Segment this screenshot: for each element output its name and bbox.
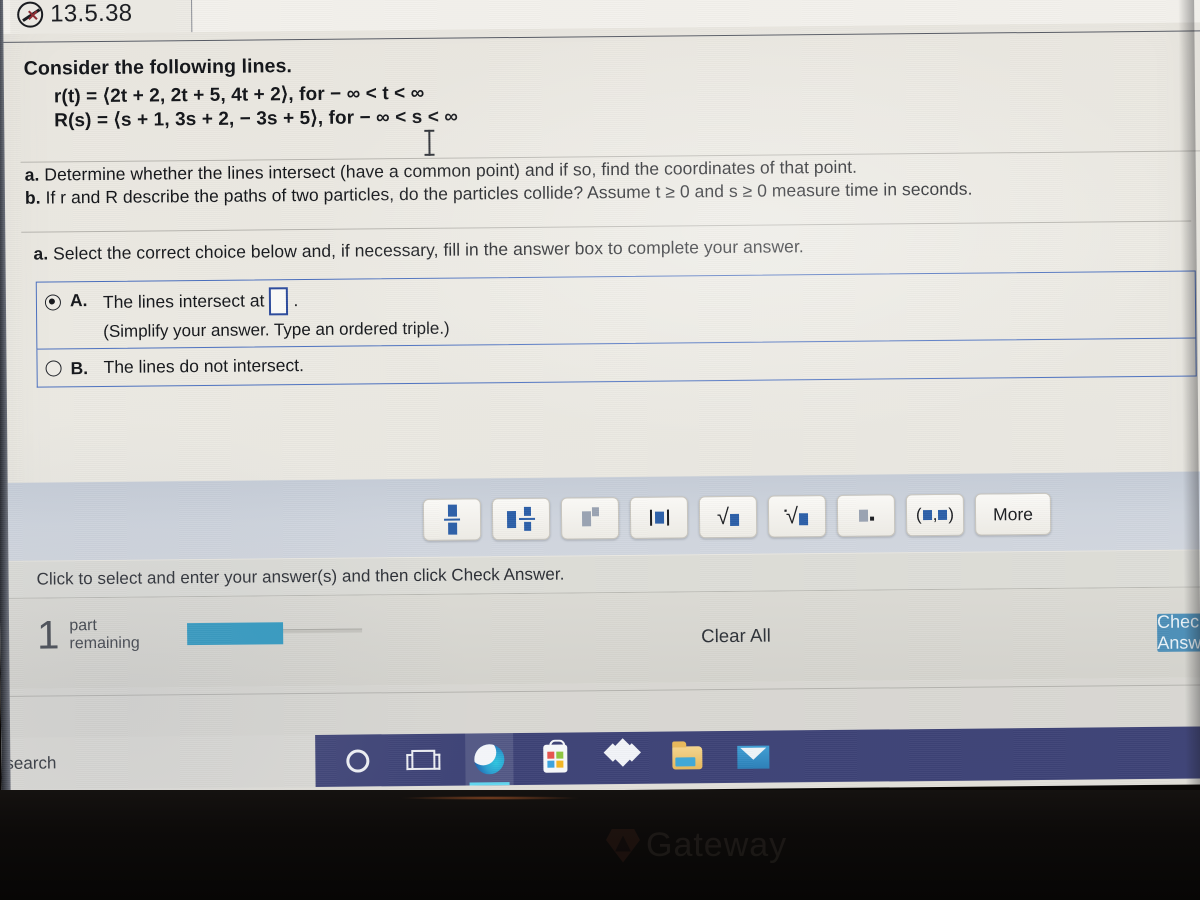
exercise-header-tab: ✕ 13.5.38 [9,0,193,34]
task-view-icon [411,749,436,771]
edge-browser-icon [474,744,505,775]
parts-remaining-count: 1 [36,613,60,658]
ordered-pair-button[interactable]: (,) [905,493,965,537]
question-content: Consider the following lines. r(t) = ⟨2t… [3,34,1200,486]
parts-remaining: 1 part remaining [36,613,140,658]
choice-b-letter: B. [70,357,89,378]
radio-choice-a[interactable] [44,294,62,311]
question-parts: a. Determine whether the lines intersect… [25,155,973,211]
select-prompt-label: a. [33,243,49,264]
mixed-number-button[interactable] [491,497,551,541]
gateway-logo-icon [606,828,640,863]
square-root-icon: √ [717,504,740,529]
taskbar-item-mail[interactable] [729,731,777,783]
choice-a-text: The lines intersect at [102,290,265,313]
fraction-icon [444,504,461,535]
laptop-photo: ✕ 13.5.38 Consider the following lines. … [0,0,1200,900]
nth-root-button[interactable]: ▪ √ [767,495,827,538]
equation-R: R(s) = ⟨s + 1, 3s + 2, − 3s + 5⟩, for − … [54,106,459,132]
content-divider-2 [21,220,1192,233]
math-palette: √ ▪ √ (,) More [422,492,1052,541]
clear-all-button[interactable]: Clear All [701,625,771,648]
parts-remaining-label: part remaining [69,617,140,653]
nth-root-icon: ▪ √ [784,504,809,529]
mixed-number-icon [506,506,536,531]
file-explorer-icon [672,745,703,770]
radio-choice-b[interactable] [45,359,62,377]
math-palette-band: √ ▪ √ (,) More [7,471,1200,561]
text-cursor-icon [428,129,431,156]
choice-b-text: The lines do not intersect. [103,354,305,377]
choice-a-hint: (Simplify your answer. Type an ordered t… [103,318,450,341]
device-brand-text: Gateway [646,826,788,864]
taskbar-item-cortana[interactable] [333,734,381,786]
fraction-button[interactable] [422,498,482,541]
bezel-reflection [400,796,580,800]
exponent-button[interactable] [560,497,620,540]
select-choice-prompt: a. Select the correct choice below and, … [33,236,803,264]
question-lead: Consider the following lines. [23,55,293,80]
exercise-header-bar: ✕ 13.5.38 [1,0,1200,34]
parts-label-line2: remaining [69,634,140,653]
cortana-icon [345,748,369,773]
progress-fill [187,622,284,646]
taskbar-item-file-explorer[interactable] [663,731,711,783]
parts-label-line1: part [69,617,97,635]
hide-pen-icon[interactable]: ✕ [17,1,44,28]
taskbar-search-box[interactable]: search [1,734,316,790]
answer-choice-group: A. The lines intersect at . (Simplify yo… [35,270,1197,388]
device-brand: Gateway [606,826,787,865]
part-a-label: a. [24,164,40,185]
ordered-pair-icon: (,) [915,504,955,525]
taskbar-item-task-view[interactable] [399,734,447,786]
microsoft-store-icon [543,744,568,773]
laptop-screen: ✕ 13.5.38 Consider the following lines. … [0,0,1200,796]
taskbar-item-edge[interactable] [465,733,514,786]
equation-block: r(t) = ⟨2t + 2, 2t + 5, 4t + 2⟩, for − ∞… [54,82,458,134]
select-prompt-text: Select the correct choice below and, if … [53,236,804,264]
absolute-value-icon [649,509,669,526]
exercise-footer: 1 part remaining Clear All Check Answer [8,587,1200,689]
exponent-icon [581,506,599,526]
mail-icon [737,745,770,769]
part-b-label: b. [24,187,41,208]
windows-taskbar: search [1,726,1200,790]
taskbar-icon-strip [315,726,1200,787]
answer-input-box[interactable] [269,287,289,316]
dropbox-icon [603,738,641,771]
laptop-bezel: Gateway [0,790,1200,900]
absolute-value-button[interactable] [629,496,689,539]
square-root-button[interactable]: √ [698,495,758,539]
choice-a-trailing: . [293,290,299,311]
taskbar-search-placeholder: search [5,753,57,773]
answer-choice-a[interactable]: A. The lines intersect at . (Simplify yo… [35,270,1197,350]
more-palette-button[interactable]: More [974,492,1052,536]
choice-a-letter: A. [69,290,88,311]
taskbar-item-store[interactable] [531,732,579,784]
exercise-number: 13.5.38 [50,0,133,28]
subscript-button[interactable] [836,494,896,537]
subscript-icon [858,509,874,522]
taskbar-item-dropbox[interactable] [597,732,645,784]
